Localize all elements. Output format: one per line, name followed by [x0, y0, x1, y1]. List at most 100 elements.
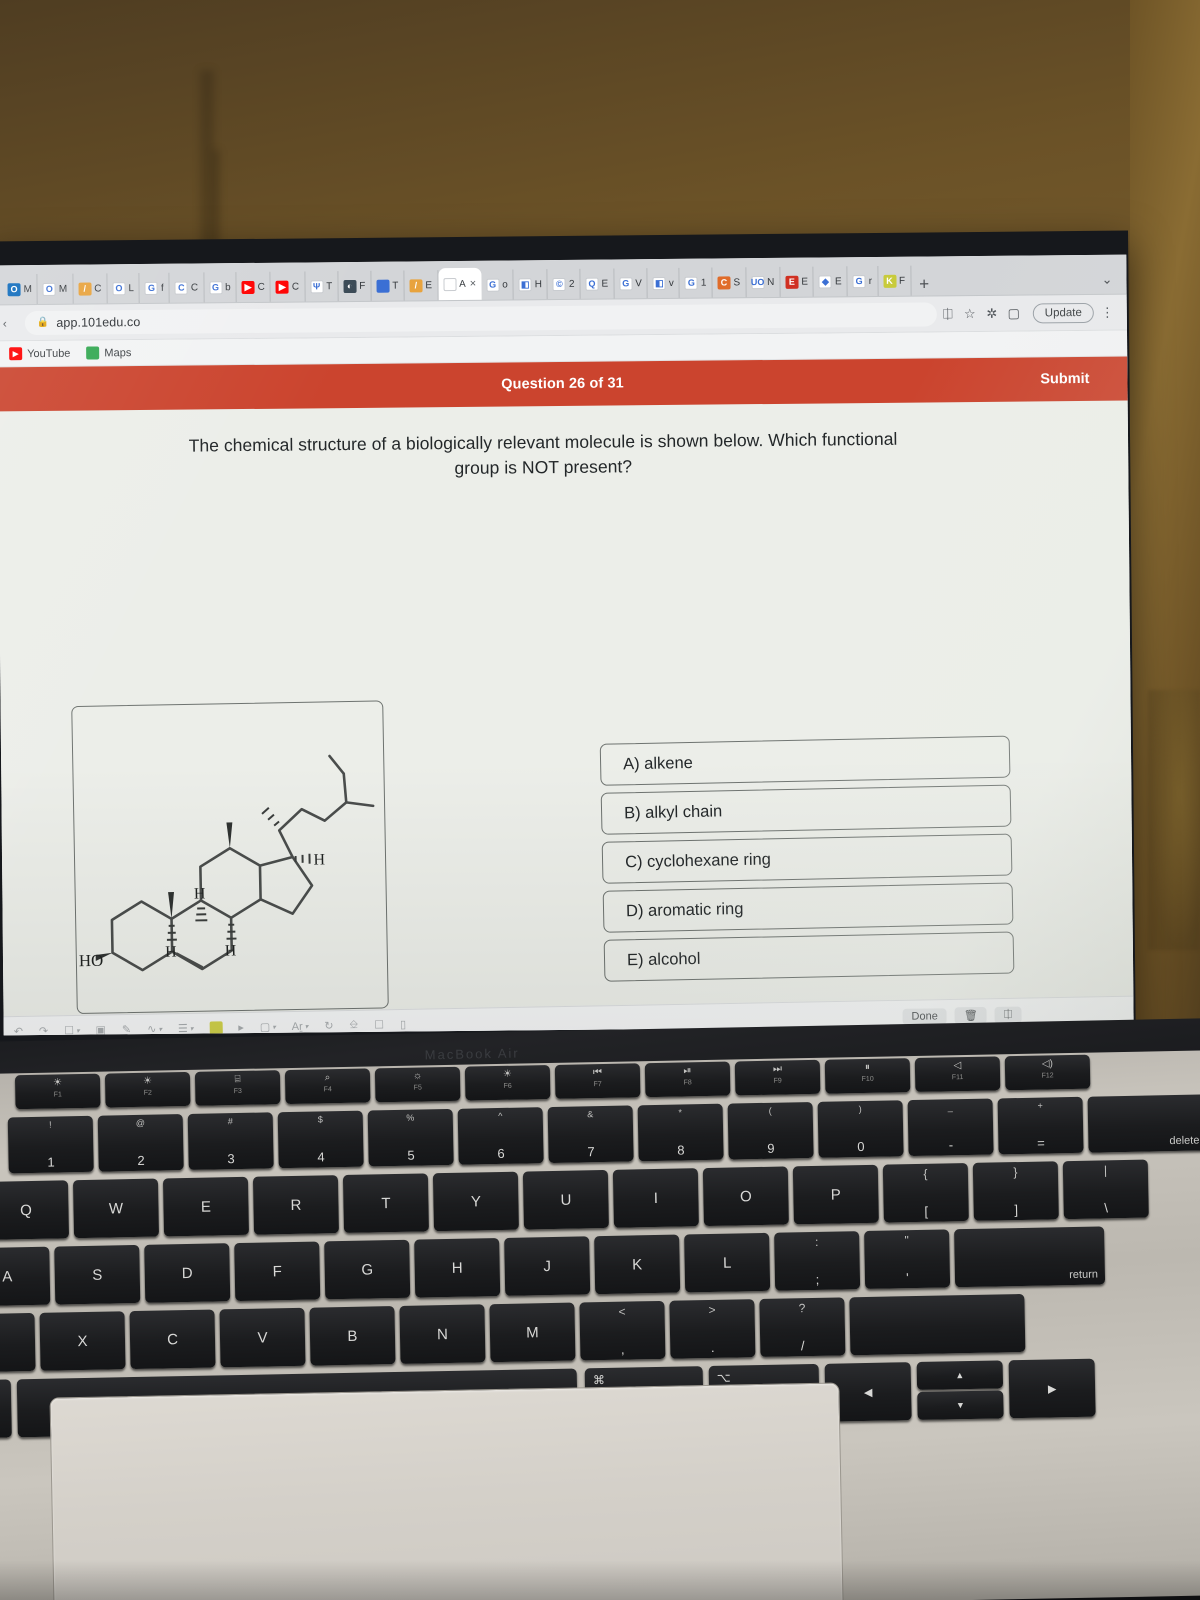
- key-9[interactable]: (9: [727, 1101, 814, 1160]
- fill-icon[interactable]: ⎒: [349, 1019, 358, 1032]
- key-i[interactable]: I: [612, 1168, 699, 1228]
- key-f6[interactable]: ☀ F6: [464, 1065, 551, 1101]
- key-shift-right[interactable]: [849, 1293, 1026, 1356]
- redo-icon[interactable]: ↷: [39, 1024, 48, 1035]
- key-=[interactable]: + =: [997, 1096, 1084, 1155]
- key-g[interactable]: G: [324, 1239, 411, 1300]
- key-6[interactable]: ^ 6: [457, 1107, 544, 1165]
- key-4[interactable]: $4: [277, 1110, 364, 1169]
- key-z[interactable]: Z: [0, 1312, 36, 1373]
- browser-tab-11[interactable]: T: [371, 270, 405, 301]
- key-sym-0[interactable]: <,: [579, 1300, 666, 1361]
- browser-tab-21[interactable]: CS: [712, 267, 747, 298]
- address-bar[interactable]: 🔒 app.101edu.co: [24, 301, 937, 335]
- key-arrow-down[interactable]: ▼: [917, 1390, 1004, 1421]
- key-d[interactable]: D: [144, 1243, 231, 1303]
- browser-tab-25[interactable]: Gr: [847, 265, 879, 297]
- key-return[interactable]: return: [954, 1226, 1106, 1288]
- key-x[interactable]: X: [39, 1311, 126, 1371]
- key-f7[interactable]: ⏮ F7: [554, 1063, 641, 1099]
- key-arrow-right[interactable]: ▶: [1008, 1358, 1096, 1419]
- signature-icon[interactable]: ∿ ▾: [147, 1022, 162, 1036]
- browser-tab-1[interactable]: OM: [37, 273, 74, 305]
- key-u[interactable]: U: [522, 1169, 609, 1230]
- browser-tab-24[interactable]: ◆ E: [813, 266, 848, 297]
- key-h[interactable]: H: [414, 1238, 501, 1298]
- key-o[interactable]: O: [702, 1166, 789, 1227]
- key--[interactable]: _ -: [907, 1098, 994, 1157]
- key-j[interactable]: J: [504, 1236, 591, 1296]
- browser-tab-12[interactable]: / E: [404, 270, 439, 301]
- key-sym-1[interactable]: >.: [669, 1299, 756, 1359]
- browser-tab-3[interactable]: OL: [107, 273, 141, 304]
- key-f9[interactable]: ⏭ F9: [734, 1059, 821, 1096]
- chrome-menu-button[interactable]: ⋮: [1094, 304, 1115, 320]
- key-punct-1[interactable]: " ': [864, 1229, 951, 1289]
- key-f8[interactable]: ⏯ F8: [644, 1061, 731, 1098]
- key-arrow-up[interactable]: ▲: [916, 1360, 1004, 1391]
- done-button[interactable]: Done: [902, 1007, 947, 1025]
- key-s[interactable]: S: [54, 1244, 141, 1305]
- key-e[interactable]: E: [162, 1176, 250, 1237]
- extensions-icon[interactable]: ✲: [981, 305, 1003, 321]
- browser-tab-15[interactable]: ◧ H: [513, 269, 549, 300]
- new-tab-button[interactable]: +: [911, 274, 937, 295]
- key-0[interactable]: ) 0: [817, 1100, 904, 1158]
- key-a[interactable]: A: [0, 1246, 51, 1307]
- key-f[interactable]: F: [234, 1241, 321, 1302]
- key-1[interactable]: ! 1: [7, 1115, 94, 1174]
- key-q[interactable]: Q: [0, 1180, 70, 1240]
- share-icon[interactable]: ⎅: [937, 306, 959, 322]
- key-t[interactable]: T: [342, 1173, 429, 1233]
- bookmark-star-icon[interactable]: ☆: [959, 305, 981, 321]
- browser-tab-9[interactable]: ΨT: [304, 271, 339, 302]
- key-f2[interactable]: ☀ F2: [104, 1071, 191, 1108]
- browser-tab-19[interactable]: ◧ v: [647, 267, 681, 299]
- sidepanel-icon[interactable]: ▢: [1003, 305, 1025, 321]
- key-f1[interactable]: ☀ F1: [14, 1073, 101, 1110]
- answer-option-c[interactable]: C) cyclohexane ring: [601, 833, 1013, 884]
- key-y[interactable]: Y: [432, 1171, 519, 1232]
- key-8[interactable]: * 8: [637, 1103, 724, 1162]
- browser-tab-8[interactable]: ▶ C: [270, 271, 306, 302]
- key-punct-0[interactable]: :;: [774, 1231, 861, 1291]
- key-bracket-1[interactable]: }]: [972, 1161, 1059, 1221]
- shapes-icon[interactable]: ☰ ▾: [178, 1022, 194, 1035]
- key-m[interactable]: M: [489, 1302, 576, 1363]
- browser-tab-7[interactable]: ▶ C: [236, 271, 271, 303]
- key-n[interactable]: N: [399, 1304, 486, 1364]
- key-b[interactable]: B: [309, 1306, 396, 1366]
- key-w[interactable]: W: [72, 1178, 160, 1239]
- browser-tab-0[interactable]: OM: [2, 274, 39, 305]
- key-f12[interactable]: ◁) F12: [1004, 1054, 1091, 1091]
- key-5[interactable]: % 5: [367, 1108, 454, 1167]
- browser-tab-10[interactable]: ◐ F: [338, 270, 372, 302]
- highlight-icon[interactable]: ▸: [238, 1021, 244, 1034]
- answer-option-d[interactable]: D) aromatic ring: [602, 882, 1014, 933]
- key-f4[interactable]: ⌕ F4: [284, 1068, 371, 1105]
- key-f11[interactable]: ◁ F11: [914, 1056, 1001, 1092]
- key-7[interactable]: & 7: [547, 1105, 634, 1164]
- browser-tab-23[interactable]: EE: [780, 266, 815, 297]
- markup-icon[interactable]: ▣: [95, 1023, 106, 1035]
- font-icon[interactable]: Aṟ ▾: [292, 1020, 309, 1032]
- close-icon[interactable]: ×: [470, 278, 477, 290]
- key-v[interactable]: V: [219, 1307, 306, 1368]
- key-sym-2[interactable]: ? /: [759, 1297, 846, 1358]
- key-l[interactable]: L: [684, 1232, 771, 1293]
- browser-tab-26[interactable]: KF: [877, 265, 912, 296]
- answer-option-e[interactable]: E) alcohol: [603, 931, 1015, 982]
- color-swatch-icon[interactable]: [209, 1021, 223, 1035]
- browser-tab-18[interactable]: GV: [614, 268, 649, 299]
- undo-icon[interactable]: ↶: [14, 1025, 23, 1035]
- submit-button[interactable]: Submit: [1040, 371, 1089, 387]
- annotate-icon[interactable]: ☐: [374, 1018, 384, 1031]
- browser-tab-13[interactable]: A ×: [437, 267, 482, 301]
- key-2[interactable]: @2: [97, 1114, 184, 1172]
- rotate-icon[interactable]: ↻: [324, 1019, 333, 1032]
- browser-tab-2[interactable]: / C: [73, 273, 108, 304]
- key-f3[interactable]: ⌸ F3: [194, 1070, 281, 1106]
- key-bracket-0[interactable]: {[: [882, 1163, 969, 1223]
- browser-tab-4[interactable]: Gf: [139, 272, 170, 304]
- browser-tab-6[interactable]: Gb: [203, 272, 237, 303]
